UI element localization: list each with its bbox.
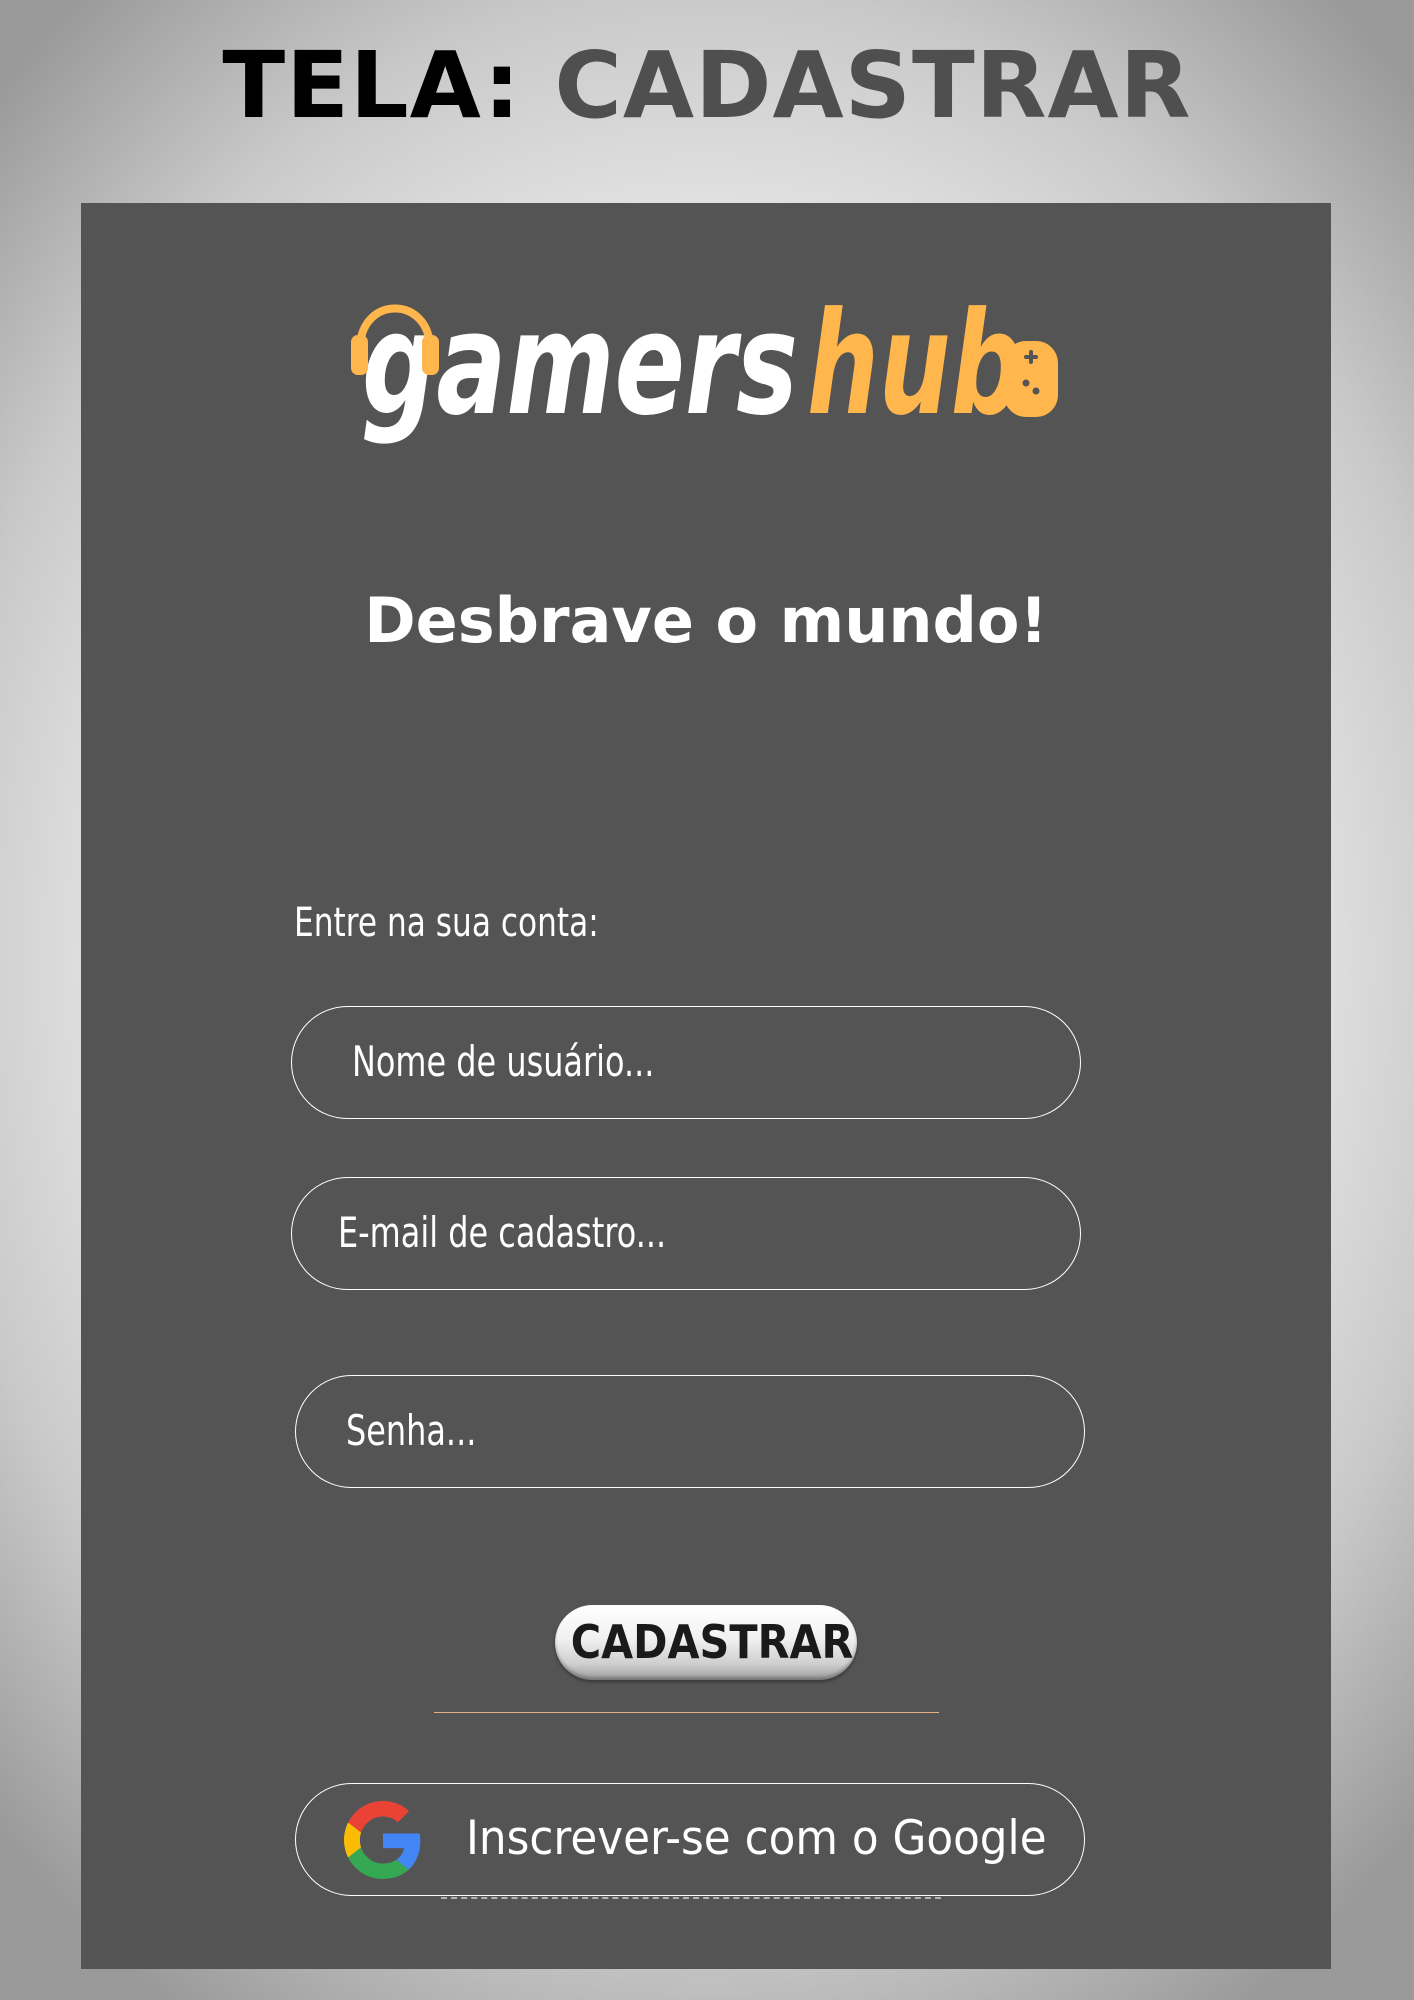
cadastrar-button[interactable]: CADASTRAR [555, 1605, 857, 1680]
password-field[interactable]: Senha... [295, 1375, 1085, 1488]
cadastrar-button-label: CADASTRAR [570, 1615, 854, 1669]
google-signup-button[interactable]: Inscrever-se com o Google [295, 1783, 1085, 1896]
password-placeholder: Senha... [346, 1406, 477, 1455]
tagline: Desbrave o mundo! [364, 584, 1048, 657]
screen-title-prefix: TELA: [222, 32, 522, 139]
email-field[interactable]: E-mail de cadastro... [291, 1177, 1081, 1290]
underline-decoration [441, 1897, 941, 1899]
gamepad-icon [1004, 341, 1058, 417]
gamershub-logo: gamers hub [351, 285, 1058, 445]
signup-panel: gamers hub Desbrave o mundo! Entre na su… [81, 203, 1331, 1969]
username-field[interactable]: Nome de usuário... [291, 1006, 1081, 1119]
screen-title-name: CADASTRAR [554, 32, 1192, 139]
signup-section-label: Entre na sua conta: [294, 900, 599, 946]
google-icon [344, 1801, 421, 1879]
logo-text-hub: hub [807, 285, 1023, 445]
screen-title: TELA: CADASTRAR [0, 30, 1414, 142]
google-signup-label: Inscrever-se com o Google [466, 1811, 1047, 1866]
username-placeholder: Nome de usuário... [352, 1037, 655, 1086]
divider [434, 1712, 939, 1713]
email-placeholder: E-mail de cadastro... [338, 1208, 667, 1257]
